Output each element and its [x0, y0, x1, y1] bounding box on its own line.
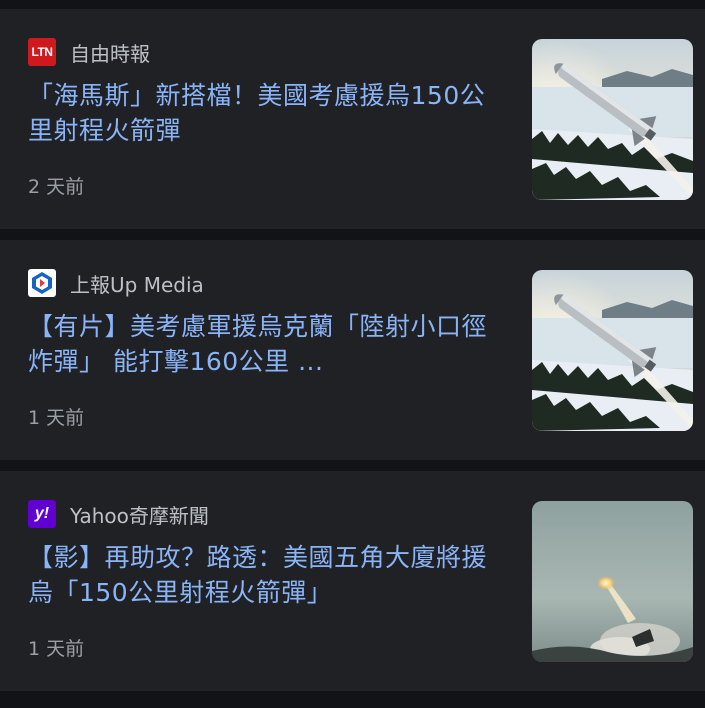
thumbnail-image[interactable]: [532, 270, 693, 431]
thumbnail-image[interactable]: [532, 39, 693, 200]
yahoo-logo-icon: y!: [28, 500, 56, 528]
ltn-logo-icon: LTN: [28, 38, 56, 66]
timestamp: 1 天前: [28, 638, 85, 660]
source-row: 上報Up Media: [28, 268, 204, 298]
source-row: y! Yahoo奇摩新聞: [28, 499, 209, 529]
news-card[interactable]: 上報Up Media 【有片】美考慮軍援烏克蘭「陸射小口徑炸彈」 能打擊160公…: [0, 240, 705, 460]
upmedia-logo-icon: [28, 269, 56, 297]
news-card[interactable]: y! Yahoo奇摩新聞 【影】再助攻？路透：美國五角大廈將援烏「150公里射程…: [0, 471, 705, 691]
source-row: LTN 自由時報: [28, 37, 150, 67]
timestamp: 2 天前: [28, 176, 85, 198]
source-name: 自由時報: [70, 41, 150, 66]
rocket-launch-image-icon: [532, 501, 693, 662]
missile-image-icon: [532, 39, 693, 200]
timestamp: 1 天前: [28, 407, 85, 429]
headline-link[interactable]: 【有片】美考慮軍援烏克蘭「陸射小口徑炸彈」 能打擊160公里 ...: [28, 309, 508, 379]
source-name: 上報Up Media: [70, 272, 204, 297]
headline-link[interactable]: 【影】再助攻？路透：美國五角大廈將援烏「150公里射程火箭彈」: [28, 540, 508, 610]
missile-image-icon: [532, 270, 693, 431]
news-feed: LTN 自由時報 「海馬斯」新搭檔！美國考慮援烏150公里射程火箭彈 2 天前: [0, 0, 705, 708]
thumbnail-image[interactable]: [532, 501, 693, 662]
headline-link[interactable]: 「海馬斯」新搭檔！美國考慮援烏150公里射程火箭彈: [28, 78, 508, 148]
source-name: Yahoo奇摩新聞: [70, 503, 209, 528]
news-card[interactable]: LTN 自由時報 「海馬斯」新搭檔！美國考慮援烏150公里射程火箭彈 2 天前: [0, 9, 705, 229]
